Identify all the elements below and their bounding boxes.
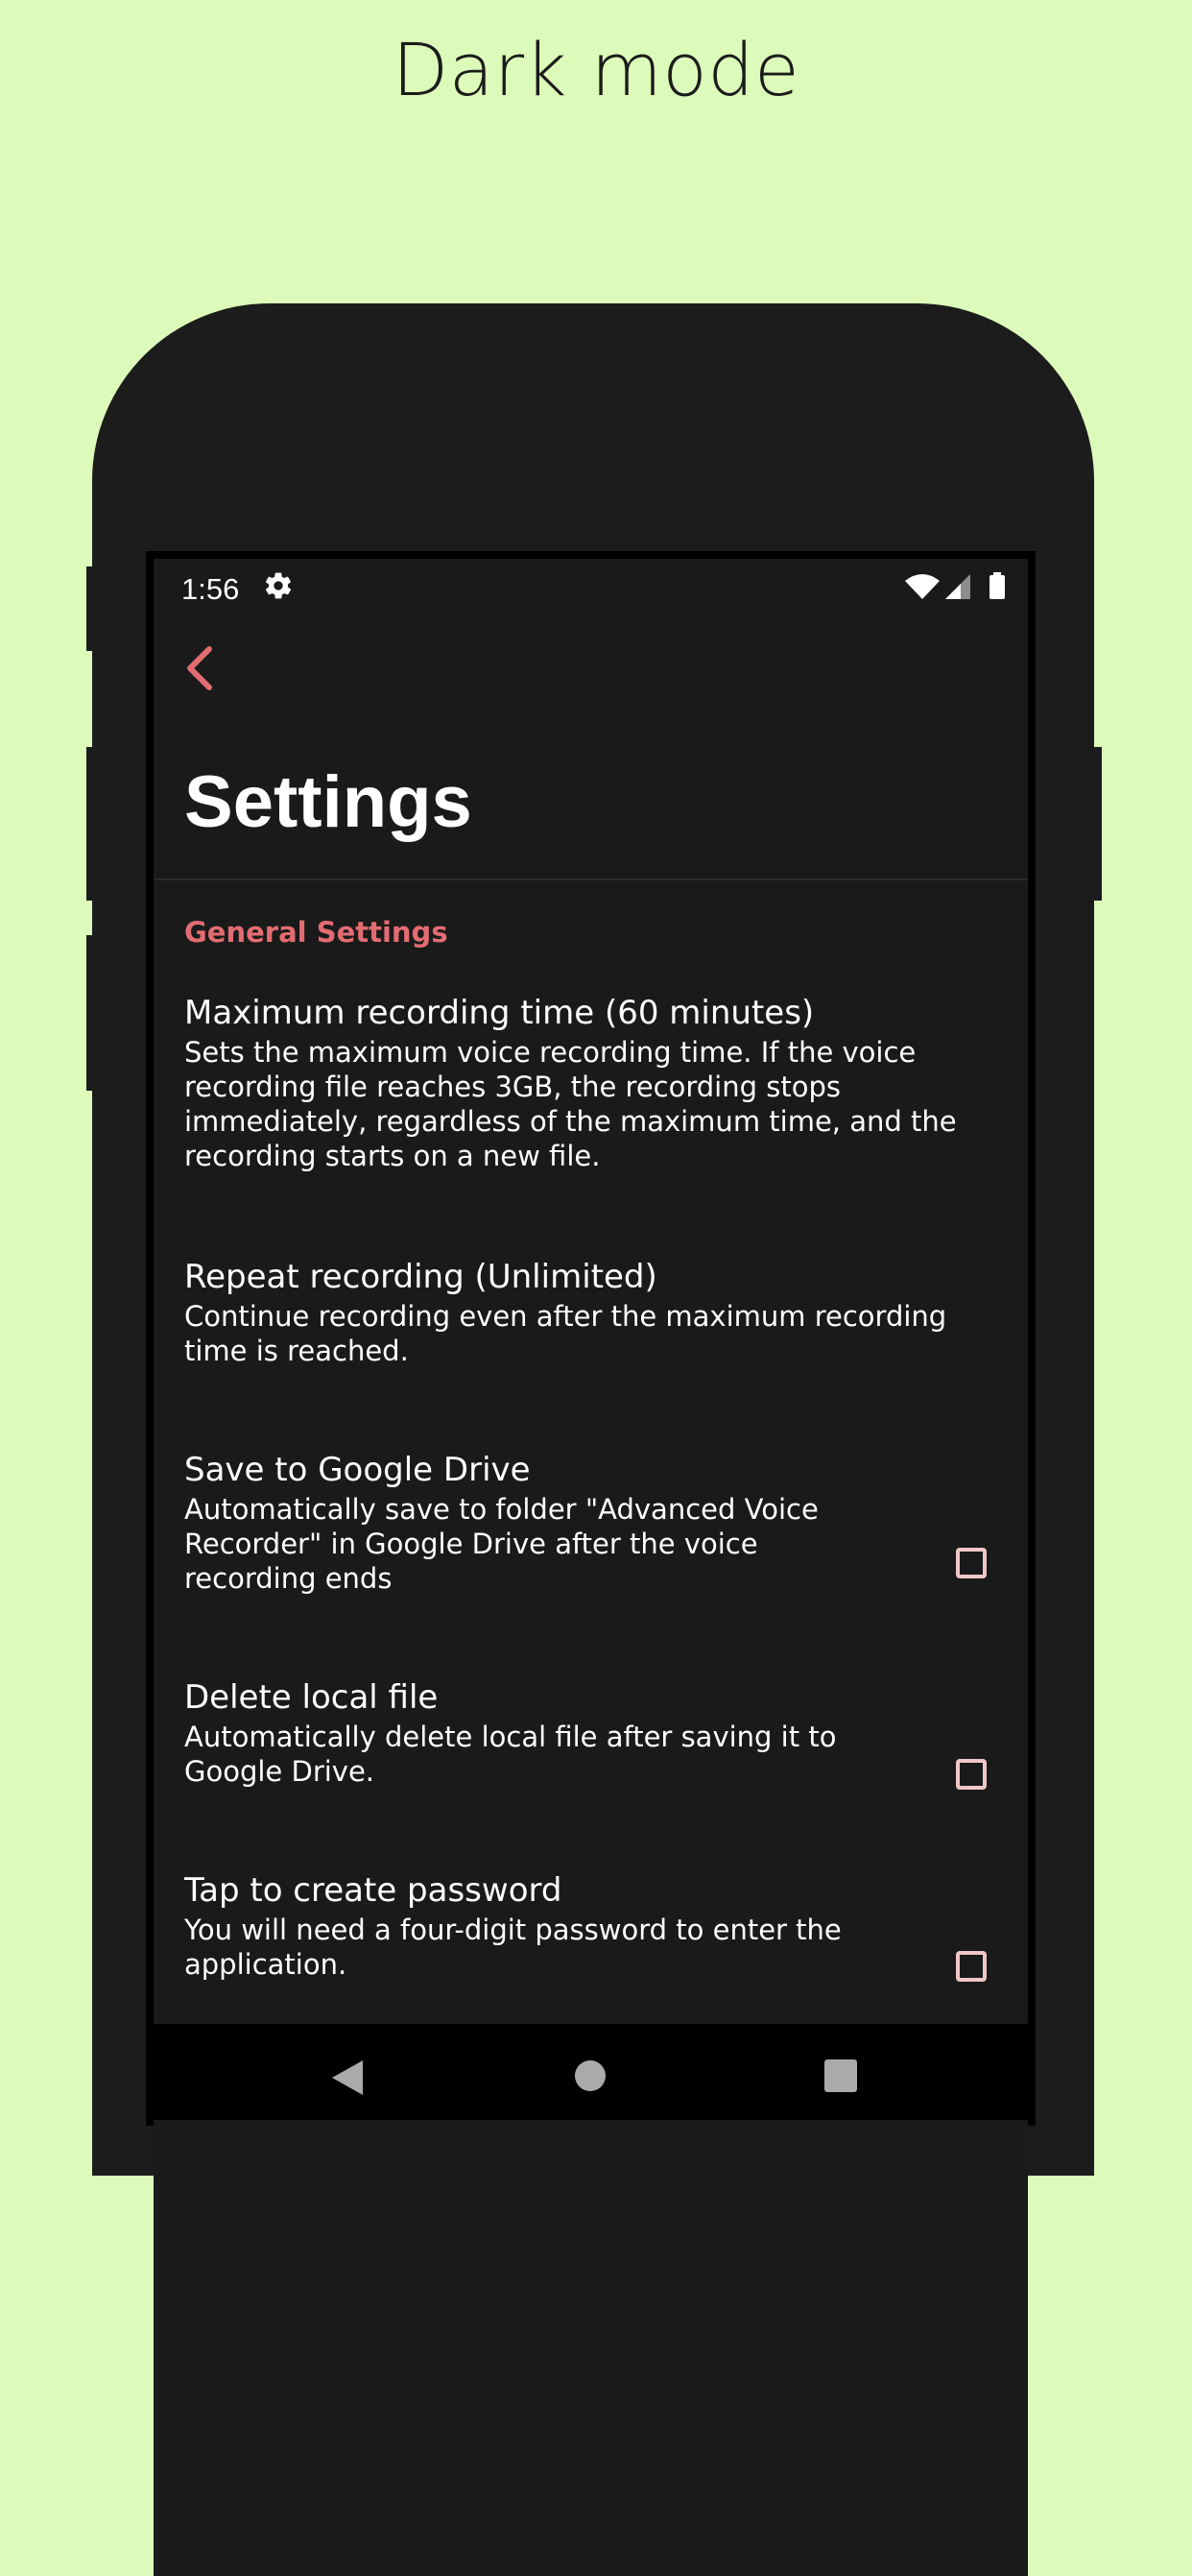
page-title: Settings xyxy=(184,761,472,843)
pref-save-google-drive[interactable]: Save to Google Drive Automatically save … xyxy=(184,1450,885,1596)
create-password-checkbox[interactable] xyxy=(956,1951,987,1982)
status-icons xyxy=(905,572,1005,599)
recents-square-icon[interactable] xyxy=(823,2058,858,2093)
signal-icon-fill xyxy=(945,584,961,599)
pref-repeat-recording[interactable]: Repeat recording (Unlimited) Continue re… xyxy=(184,1257,1010,1368)
status-time: 1:56 xyxy=(181,572,240,606)
section-header-general: General Settings xyxy=(184,916,448,949)
pref-title: Maximum recording time (60 minutes) xyxy=(184,994,815,1032)
promo-headline: Dark mode xyxy=(392,27,800,112)
pref-title: Save to Google Drive xyxy=(184,1451,531,1489)
phone-screen: 1:56 Settings General Settings Maximum r… xyxy=(146,551,1036,2576)
chevron-left-icon[interactable] xyxy=(180,641,219,695)
phone-side-button xyxy=(86,747,98,901)
pref-summary: You will need a four-digit password to e… xyxy=(184,1914,842,1981)
pref-delete-local-file[interactable]: Delete local file Automatically delete l… xyxy=(184,1677,885,1789)
delete-local-file-checkbox[interactable] xyxy=(956,1759,987,1790)
pref-summary: Automatically delete local file after sa… xyxy=(184,1721,837,1788)
save-google-drive-checkbox[interactable] xyxy=(956,1548,987,1578)
phone-side-button xyxy=(86,566,98,651)
pref-summary: Continue recording even after the maximu… xyxy=(184,1300,947,1367)
back-triangle-icon[interactable] xyxy=(330,2058,365,2097)
pref-summary: Automatically save to folder "Advanced V… xyxy=(184,1493,819,1595)
settings-screen: 1:56 Settings General Settings Maximum r… xyxy=(154,559,1028,2576)
status-bar: 1:56 xyxy=(154,559,1028,607)
wifi-icon xyxy=(905,574,940,599)
pref-title: Repeat recording (Unlimited) xyxy=(184,1258,657,1296)
battery-icon xyxy=(989,575,1005,599)
gear-icon xyxy=(265,572,292,599)
pref-create-password[interactable]: Tap to create password You will need a f… xyxy=(184,1870,885,1982)
pref-summary: Sets the maximum voice recording time. I… xyxy=(184,1036,957,1172)
pref-title: Tap to create password xyxy=(184,1871,562,1910)
pref-max-recording-time[interactable]: Maximum recording time (60 minutes) Sets… xyxy=(184,993,1010,1173)
pref-title: Delete local file xyxy=(184,1678,439,1717)
home-circle-icon[interactable] xyxy=(573,2058,608,2093)
divider xyxy=(154,879,1028,880)
phone-side-button xyxy=(86,935,98,1091)
navigation-bar xyxy=(146,2024,1036,2120)
phone-side-button xyxy=(1088,747,1102,901)
